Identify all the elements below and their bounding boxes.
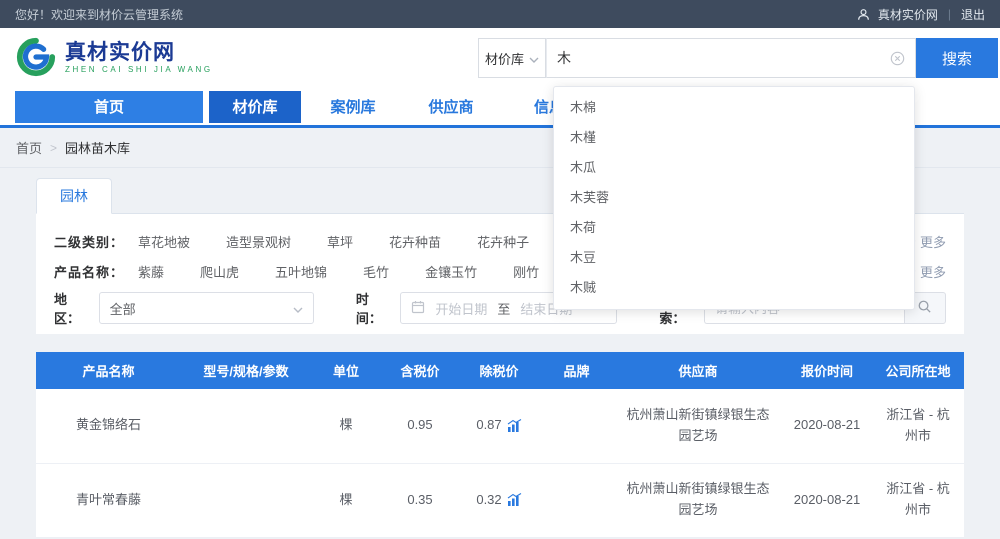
cell-company-location: 浙江省 - 杭州市 bbox=[872, 463, 964, 537]
product-item[interactable]: 金镶玉竹 bbox=[425, 262, 477, 281]
search-suggestion-dropdown: 木棉 木槿 木瓜 木芙蓉 木荷 木豆 木贼 bbox=[553, 86, 915, 310]
logo-title: 真材实价网 bbox=[65, 41, 213, 64]
chevron-down-icon bbox=[293, 301, 303, 316]
price-value: 0.32 bbox=[476, 490, 501, 511]
global-search: 材价库 搜索 bbox=[478, 38, 998, 78]
nav-item-suppliers[interactable]: 供应商 bbox=[405, 96, 497, 117]
price-trend-chart-icon[interactable] bbox=[507, 419, 522, 433]
cell-product-name: 黄金锦络石 bbox=[36, 389, 181, 463]
col-price-with-tax: 含税价 bbox=[381, 352, 459, 389]
start-date-field[interactable]: 开始日期 bbox=[435, 299, 487, 318]
cell-company-location: 浙江省 - 杭州市 bbox=[872, 389, 964, 463]
date-range-separator: 至 bbox=[497, 299, 510, 318]
region-label: 地区： bbox=[54, 289, 89, 327]
nav-item-case-library[interactable]: 案例库 bbox=[307, 96, 399, 117]
suggestion-item[interactable]: 木芙蓉 bbox=[554, 183, 914, 213]
calendar-icon bbox=[411, 300, 425, 317]
category-label: 二级类别： bbox=[54, 232, 138, 251]
suggestion-item[interactable]: 木槿 bbox=[554, 123, 914, 153]
cell-unit: 棵 bbox=[311, 463, 381, 537]
table-row: 青叶常春藤 棵 0.35 0.32 杭州萧山新街镇绿银生态园艺场 2020-08… bbox=[36, 463, 964, 537]
search-category-select[interactable]: 材价库 bbox=[478, 38, 546, 78]
cell-spec bbox=[181, 389, 311, 463]
search-category-value: 材价库 bbox=[485, 49, 524, 68]
category-item[interactable]: 草坪 bbox=[327, 232, 353, 251]
time-label: 时间： bbox=[356, 289, 391, 327]
more-label: 更多 bbox=[920, 262, 946, 281]
search-input-wrap bbox=[546, 38, 916, 78]
product-item[interactable]: 毛竹 bbox=[363, 262, 389, 281]
cell-brand bbox=[539, 389, 614, 463]
cell-spec bbox=[181, 463, 311, 537]
suggestion-item[interactable]: 木贼 bbox=[554, 273, 914, 303]
nav-item-home[interactable]: 首页 bbox=[15, 91, 203, 123]
cell-supplier: 杭州萧山新街镇绿银生态园艺场 bbox=[614, 389, 782, 463]
breadcrumb-home[interactable]: 首页 bbox=[16, 138, 42, 157]
cell-price-with-tax: 0.95 bbox=[381, 389, 459, 463]
logo-icon bbox=[15, 36, 57, 81]
price-trend-chart-icon[interactable] bbox=[507, 493, 522, 507]
category-item[interactable]: 花卉种子 bbox=[477, 232, 529, 251]
price-value: 0.87 bbox=[476, 415, 501, 436]
search-input[interactable] bbox=[557, 50, 890, 66]
magnifier-icon bbox=[917, 299, 932, 317]
search-button[interactable]: 搜索 bbox=[916, 38, 998, 78]
region-select[interactable]: 全部 bbox=[99, 292, 314, 324]
col-unit: 单位 bbox=[311, 352, 381, 389]
logo-subtitle: ZHEN CAI SHI JIA WANG bbox=[65, 66, 213, 75]
product-item[interactable]: 紫藤 bbox=[138, 262, 164, 281]
col-supplier: 供应商 bbox=[614, 352, 782, 389]
region-select-value: 全部 bbox=[110, 299, 136, 318]
category-item[interactable]: 草花地被 bbox=[138, 232, 190, 251]
product-item[interactable]: 五叶地锦 bbox=[275, 262, 327, 281]
category-item[interactable]: 花卉种苗 bbox=[389, 232, 441, 251]
product-item[interactable]: 爬山虎 bbox=[200, 262, 239, 281]
tab-garden[interactable]: 园林 bbox=[36, 178, 112, 214]
col-brand: 品牌 bbox=[539, 352, 614, 389]
col-product-name: 产品名称 bbox=[36, 352, 181, 389]
cell-unit: 棵 bbox=[311, 389, 381, 463]
header: 真材实价网 ZHEN CAI SHI JIA WANG 材价库 搜索 bbox=[0, 28, 1000, 88]
cell-price-without-tax: 0.87 bbox=[459, 389, 539, 463]
col-quote-date: 报价时间 bbox=[782, 352, 872, 389]
cell-price-with-tax: 0.35 bbox=[381, 463, 459, 537]
product-label: 产品名称： bbox=[54, 262, 138, 281]
table-row: 黄金锦络石 棵 0.95 0.87 杭州萧山新街镇绿银生态园艺场 2020-08… bbox=[36, 389, 964, 463]
suggestion-item[interactable]: 木豆 bbox=[554, 243, 914, 273]
category-item[interactable]: 造型景观树 bbox=[226, 232, 291, 251]
site-logo[interactable]: 真材实价网 ZHEN CAI SHI JIA WANG bbox=[15, 36, 213, 81]
cell-quote-date: 2020-08-21 bbox=[782, 463, 872, 537]
chevron-down-icon bbox=[529, 51, 539, 66]
breadcrumb-separator: > bbox=[50, 141, 57, 155]
price-table: 产品名称 型号/规格/参数 单位 含税价 除税价 品牌 供应商 报价时间 公司所… bbox=[36, 352, 964, 538]
col-price-without-tax: 除税价 bbox=[459, 352, 539, 389]
cell-quote-date: 2020-08-21 bbox=[782, 389, 872, 463]
cell-price-without-tax: 0.32 bbox=[459, 463, 539, 537]
col-company-location: 公司所在地 bbox=[872, 352, 964, 389]
suggestion-item[interactable]: 木棉 bbox=[554, 93, 914, 123]
welcome-text: 您好！欢迎来到材价云管理系统 bbox=[15, 6, 183, 23]
topbar-site-link[interactable]: 真材实价网 bbox=[878, 6, 938, 23]
col-spec: 型号/规格/参数 bbox=[181, 352, 311, 389]
suggestion-item[interactable]: 木瓜 bbox=[554, 153, 914, 183]
user-icon bbox=[857, 8, 870, 21]
suggestion-item[interactable]: 木荷 bbox=[554, 213, 914, 243]
cell-product-name: 青叶常春藤 bbox=[36, 463, 181, 537]
logout-link[interactable]: 退出 bbox=[961, 6, 985, 23]
product-item[interactable]: 刚竹 bbox=[513, 262, 539, 281]
clear-icon[interactable] bbox=[890, 51, 905, 66]
more-label: 更多 bbox=[920, 232, 946, 251]
topbar: 您好！欢迎来到材价云管理系统 真材实价网 | 退出 bbox=[0, 0, 1000, 28]
cell-brand bbox=[539, 463, 614, 537]
breadcrumb-current: 园林苗木库 bbox=[65, 138, 130, 157]
topbar-divider: | bbox=[948, 7, 951, 21]
nav-item-material-library[interactable]: 材价库 bbox=[209, 91, 301, 123]
table-header-row: 产品名称 型号/规格/参数 单位 含税价 除税价 品牌 供应商 报价时间 公司所… bbox=[36, 352, 964, 389]
cell-supplier: 杭州萧山新街镇绿银生态园艺场 bbox=[614, 463, 782, 537]
